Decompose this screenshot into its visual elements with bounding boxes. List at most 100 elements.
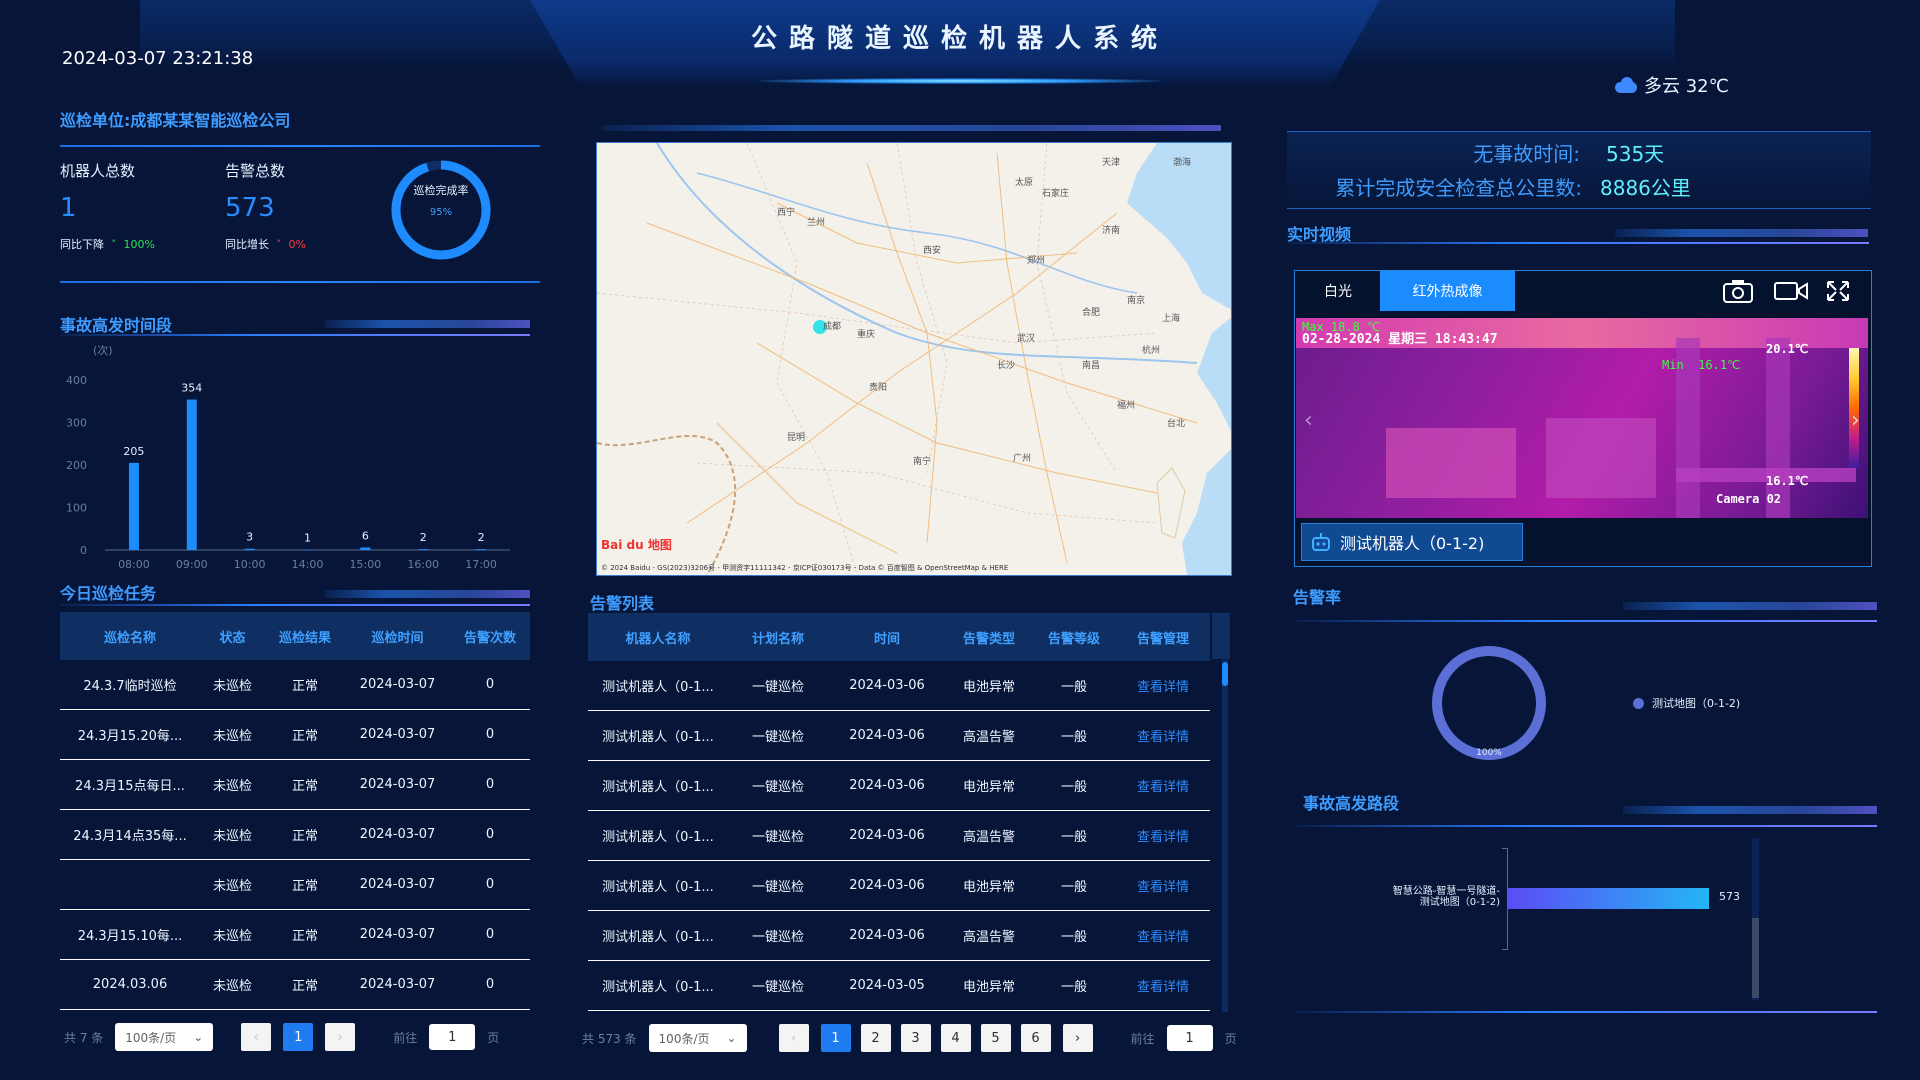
road-scrollbar[interactable]: [1752, 838, 1759, 1000]
view-details-link[interactable]: 查看详情: [1116, 860, 1210, 911]
task-prev-page-button[interactable]: ‹: [241, 1023, 272, 1051]
video-record-icon[interactable]: [1773, 280, 1809, 302]
view-details-link[interactable]: 查看详情: [1116, 910, 1210, 961]
camera-icon[interactable]: [1722, 278, 1754, 304]
road-bar: [1508, 888, 1709, 909]
task-goto-input[interactable]: 1: [429, 1024, 476, 1050]
table-cell: 一般: [1032, 661, 1116, 711]
page-number-button[interactable]: 2: [860, 1024, 891, 1052]
alarm-goto-input[interactable]: 1: [1166, 1025, 1213, 1051]
map-canvas[interactable]: [597, 143, 1231, 575]
table-cell: 0: [450, 909, 530, 960]
alarm-page-list: 123456: [820, 1024, 1051, 1052]
alarm-page-size-select[interactable]: 100条/页 ⌄: [648, 1024, 747, 1052]
alarm-total: 共 573 条: [582, 1031, 637, 1046]
table-cell: 一般: [1032, 860, 1116, 911]
ir-object-1: [1386, 428, 1516, 498]
table-row: 24.3月15.20每... 未巡检 正常 2024-03-07 0: [60, 709, 530, 760]
page-number-button[interactable]: 3: [900, 1024, 931, 1052]
table-cell: [60, 859, 200, 910]
road-scrollbar-thumb[interactable]: [1752, 918, 1759, 998]
road-bottom-line: [1297, 1011, 1877, 1013]
table-header-cell: 巡检时间: [345, 612, 450, 660]
tab-infrared[interactable]: 红外热成像: [1380, 271, 1515, 311]
video-next-icon[interactable]: ›: [1851, 408, 1860, 433]
infrared-video-feed[interactable]: Max 18.8 ℃ 02-28-2024 星期三 18:43:47 20.1℃…: [1296, 318, 1868, 518]
page-number-button[interactable]: 1: [820, 1024, 851, 1052]
video-prev-icon[interactable]: ‹: [1304, 408, 1313, 433]
table-row: 测试机器人（0-1... 一键巡检 2024-03-06 高温告警 一般 查看详情: [588, 710, 1210, 761]
table-header-cell: 巡检名称: [60, 612, 200, 660]
table-cell: 0: [450, 859, 530, 910]
page-number-button[interactable]: 1: [283, 1023, 314, 1051]
table-row: 测试机器人（0-1... 一键巡检 2024-03-06 电池异常 一般 查看详情: [588, 860, 1210, 911]
table-cell: 正常: [265, 809, 345, 860]
unit-divider: [60, 145, 540, 147]
view-details-link[interactable]: 查看详情: [1116, 960, 1210, 1011]
map-city-label: 成都: [823, 322, 842, 332]
alarm-pagination: 共 573 条 100条/页 ⌄ ‹ 123456 › 前往 1 页: [582, 1024, 1237, 1052]
table-row: 24.3月15点每日... 未巡检 正常 2024-03-07 0: [60, 759, 530, 810]
table-cell: 一键巡检: [728, 860, 828, 911]
view-details-link[interactable]: 查看详情: [1116, 661, 1210, 711]
table-cell: 未巡检: [200, 759, 265, 810]
view-details-link[interactable]: 查看详情: [1116, 810, 1210, 861]
robot-selector[interactable]: 测试机器人（0-1-2): [1301, 523, 1523, 561]
map-city-label: 南昌: [1082, 361, 1101, 371]
robots-compare: 同比下降 ˅ 100%: [60, 236, 155, 252]
chart-x-tick-label: 17:00: [465, 558, 497, 571]
chart-bar: [128, 462, 139, 550]
table-cell: 高温告警: [946, 710, 1032, 761]
task-goto-suffix: 页: [487, 1030, 500, 1045]
alarms-compare-value: 0%: [288, 238, 306, 251]
chart-y-tick-label: 200: [66, 459, 87, 472]
page-number-button[interactable]: 5: [980, 1024, 1011, 1052]
table-cell: 2024-03-06: [828, 710, 946, 761]
chart-x-tick-label: 10:00: [234, 558, 266, 571]
map-panel[interactable]: 天津 渤海 太原 石家庄 西宁 兰州 济南 西安 郑州 南京 合肥 上海 成都 重庆 武汉 杭州 长沙 南昌 贵阳福…: [596, 142, 1232, 576]
table-cell: 未巡检: [200, 859, 265, 910]
map-city-label: 天津: [1102, 158, 1121, 168]
alarm-rate-title: 告警率: [1293, 588, 1342, 607]
chart-data-label: 6: [362, 529, 369, 542]
map-city-label: 台北: [1167, 419, 1186, 429]
chart-x-tick-label: 09:00: [176, 558, 208, 571]
table-cell: 一般: [1032, 810, 1116, 861]
table-cell: 0: [450, 959, 530, 1010]
page-number-button[interactable]: 4: [940, 1024, 971, 1052]
accident-time-deco: [325, 320, 530, 328]
alarm-prev-page-button[interactable]: ‹: [778, 1024, 809, 1052]
down-arrow-icon: ˅: [107, 238, 120, 251]
table-cell: 2024-03-06: [828, 661, 946, 711]
osd-date: 02-28-2024 星期三 18:43:47: [1302, 332, 1498, 347]
tab-white-light[interactable]: 白光: [1297, 271, 1379, 311]
chart-bar: [186, 399, 197, 550]
robots-compare-value: 100%: [123, 238, 155, 251]
task-page-size-select[interactable]: 100条/页 ⌄: [115, 1023, 214, 1051]
robots-total-value: 1: [60, 193, 77, 223]
map-city-label: 石家庄: [1042, 189, 1070, 199]
osd-max: 20.1℃: [1766, 342, 1809, 356]
chart-data-label: 205: [123, 445, 144, 458]
table-cell: 24.3月15.10每...: [60, 909, 200, 960]
table-cell: 电池异常: [946, 760, 1032, 811]
page-number-button[interactable]: 6: [1020, 1024, 1051, 1052]
alarm-scrollbar-track[interactable]: [1222, 660, 1228, 1012]
table-cell: 一键巡检: [728, 760, 828, 811]
task-goto-prefix: 前往: [393, 1030, 418, 1045]
table-header-cell: 计划名称: [728, 613, 828, 661]
table-cell: 2024-03-07: [345, 959, 450, 1010]
map-city-label: 郑州: [1027, 256, 1046, 266]
alarm-scrollbar-thumb[interactable]: [1222, 662, 1228, 686]
table-cell: 电池异常: [946, 860, 1032, 911]
table-row: 未巡检 正常 2024-03-07 0: [60, 859, 530, 910]
osd-bottom-temp: 16.1℃: [1766, 474, 1809, 488]
view-details-link[interactable]: 查看详情: [1116, 760, 1210, 811]
table-cell: 2024-03-06: [828, 810, 946, 861]
alarm-next-page-button[interactable]: ›: [1062, 1024, 1093, 1052]
view-details-link[interactable]: 查看详情: [1116, 710, 1210, 761]
task-next-page-button[interactable]: ›: [325, 1023, 356, 1051]
fullscreen-icon[interactable]: [1826, 280, 1850, 302]
robots-total-label: 机器人总数: [60, 162, 136, 180]
table-cell: 0: [450, 660, 530, 710]
